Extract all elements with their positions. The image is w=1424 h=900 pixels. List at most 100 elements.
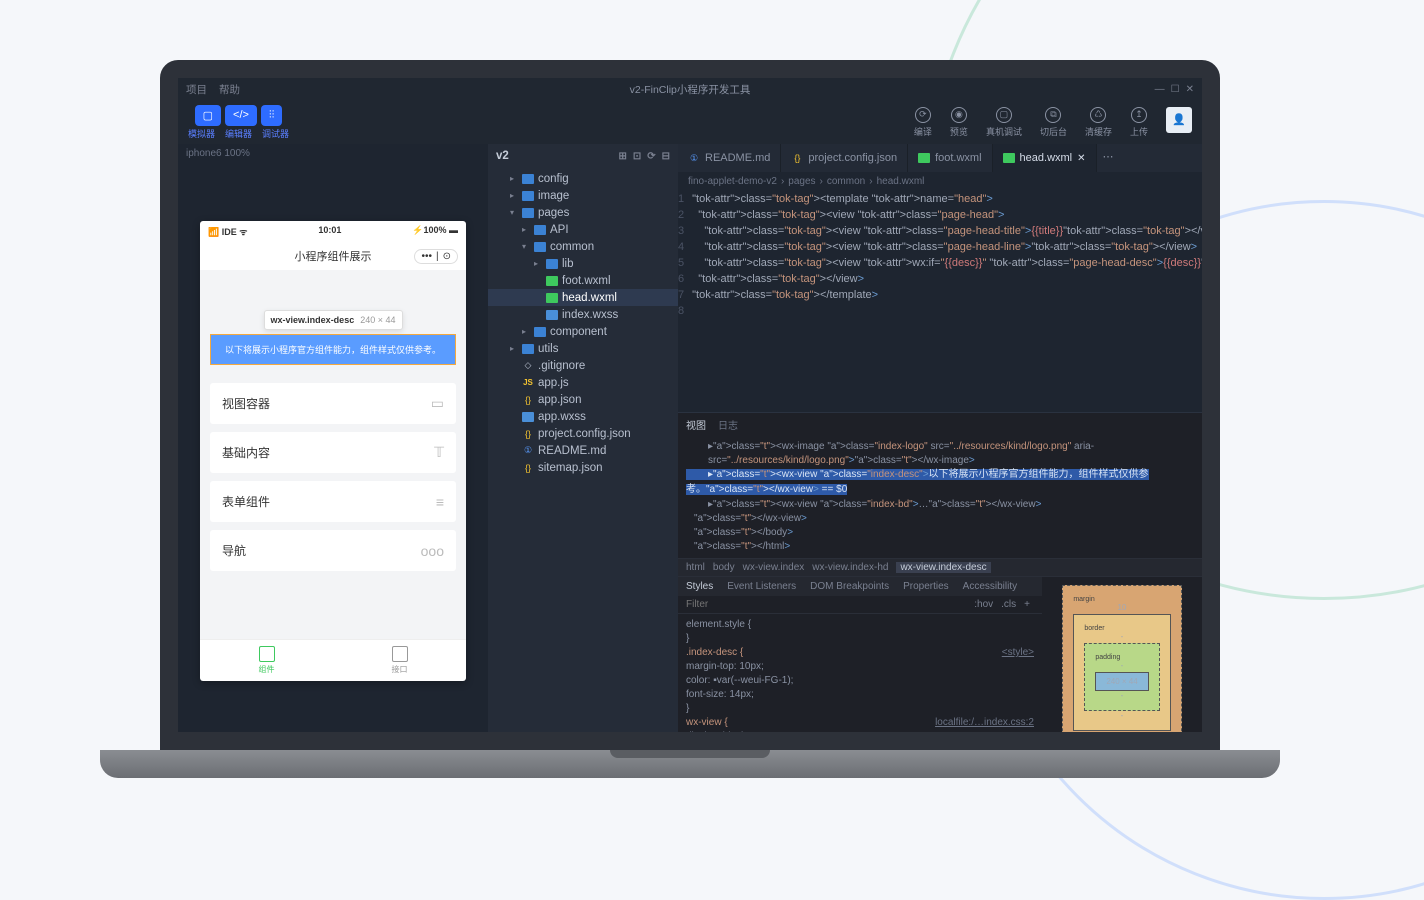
maximize-icon[interactable]: ☐ xyxy=(1171,84,1180,95)
tree-node[interactable]: ◇ .gitignore xyxy=(488,357,678,374)
avatar[interactable]: 👤 xyxy=(1166,107,1192,133)
menu-item[interactable]: 表单组件≡ xyxy=(210,481,456,522)
menu-item-icon: ≡ xyxy=(436,494,444,510)
tab-api[interactable]: 接口 xyxy=(333,640,466,681)
collapse-icon[interactable]: ⊟ xyxy=(662,151,670,162)
remote-debug-button[interactable]: ▢真机调试 xyxy=(986,107,1022,138)
editor-toggle[interactable]: </> xyxy=(225,105,257,126)
debugger-toggle[interactable]: ⫶⫶ xyxy=(261,105,283,126)
wxml-icon xyxy=(546,293,558,303)
user-icon: 👤 xyxy=(1172,113,1186,126)
editor-tab[interactable]: foot.wxml xyxy=(908,144,992,172)
devtools-tab-log[interactable]: 日志 xyxy=(718,417,738,432)
capsule-button[interactable]: ••• | ⊙ xyxy=(414,249,458,264)
minimize-icon[interactable]: — xyxy=(1155,84,1165,95)
editor-tab[interactable]: ① README.md xyxy=(678,144,781,172)
tree-node[interactable]: ▸ API xyxy=(488,221,678,238)
dom-crumb[interactable]: wx-view.index-desc xyxy=(896,562,990,573)
cls-toggle[interactable]: .cls xyxy=(997,599,1020,610)
tree-node[interactable]: app.wxss xyxy=(488,408,678,425)
dom-inspector[interactable]: ▸"a">class="t"><wx-image "a">class="inde… xyxy=(678,436,1202,558)
clear-cache-button[interactable]: ♺清缓存 xyxy=(1085,107,1112,138)
dom-crumb[interactable]: html xyxy=(686,562,705,573)
tree-node[interactable]: ▾ common xyxy=(488,238,678,255)
tree-node[interactable]: ▸ image xyxy=(488,187,678,204)
tooltip-dimensions: 240 × 44 xyxy=(360,315,395,325)
ide-window: 项目 帮助 v2-FinClip小程序开发工具 — ☐ ✕ ▢ </> ⫶⫶ xyxy=(178,78,1202,732)
highlighted-element[interactable]: 以下将展示小程序官方组件能力，组件样式仅供参考。 xyxy=(210,334,456,365)
tree-node[interactable]: {} sitemap.json xyxy=(488,459,678,476)
wxml-icon xyxy=(918,153,930,163)
device-info[interactable]: iphone6 100% xyxy=(178,144,488,163)
wxml-icon xyxy=(1003,153,1015,163)
tree-node[interactable]: {} app.json xyxy=(488,391,678,408)
dom-breadcrumb[interactable]: html body wx-view.index wx-view.index-hd wx-… xyxy=(678,558,1202,577)
md-icon: ① xyxy=(522,446,534,456)
tree-node[interactable]: {} project.config.json xyxy=(488,425,678,442)
css-rules[interactable]: element.style { } .index-desc {<style> m… xyxy=(678,614,1042,748)
line-gutter: 12345678 xyxy=(678,191,692,412)
close-tab-icon[interactable]: ✕ xyxy=(1077,153,1085,164)
menu-item-icon: ooo xyxy=(421,543,444,559)
styles-tab[interactable]: DOM Breakpoints xyxy=(810,581,889,592)
tree-node[interactable]: ▸ lib xyxy=(488,255,678,272)
editor-panel: ① README.md {} project.config.json foot.… xyxy=(678,144,1202,732)
devtools-tab-view[interactable]: 视图 xyxy=(686,417,706,432)
dom-crumb[interactable]: wx-view.index xyxy=(743,562,805,573)
editor-tab[interactable]: {} project.config.json xyxy=(781,144,908,172)
styles-tab[interactable]: Accessibility xyxy=(963,581,1017,592)
phone-navbar: 小程序组件展示 ••• | ⊙ xyxy=(200,242,466,270)
phone-icon: ▢ xyxy=(996,107,1012,123)
dom-crumb[interactable]: wx-view.index-hd xyxy=(812,562,888,573)
folder-icon xyxy=(534,242,546,252)
tree-node[interactable]: ▸ utils xyxy=(488,340,678,357)
menu-item[interactable]: 导航ooo xyxy=(210,530,456,571)
hov-toggle[interactable]: :hov xyxy=(970,599,997,610)
simulator-toggle[interactable]: ▢ xyxy=(195,105,221,126)
json-icon: {} xyxy=(522,395,534,405)
dom-crumb[interactable]: body xyxy=(713,562,735,573)
tree-node[interactable]: ▸ config xyxy=(488,170,678,187)
json-icon: {} xyxy=(522,429,534,439)
file-explorer: v2 ⊞ ⊡ ⟳ ⊟ ▸ config ▸ image xyxy=(488,144,678,732)
menu-item[interactable]: 基础内容𝕋 xyxy=(210,432,456,473)
breadcrumb[interactable]: fino-applet-demo-v2 › pages › common › h… xyxy=(678,172,1202,191)
upload-button[interactable]: ↥上传 xyxy=(1130,107,1148,138)
preview-button[interactable]: ◉预览 xyxy=(950,107,968,138)
styles-tab[interactable]: Event Listeners xyxy=(727,581,796,592)
menu-item[interactable]: 视图容器▭ xyxy=(210,383,456,424)
more-tabs-icon[interactable]: ⋯ xyxy=(1097,144,1120,172)
compile-button[interactable]: ⟳编译 xyxy=(914,107,932,138)
new-file-icon[interactable]: ⊞ xyxy=(618,151,626,162)
add-style-icon[interactable]: + xyxy=(1020,599,1034,610)
refresh-icon[interactable]: ⟳ xyxy=(647,151,655,162)
tree-node[interactable]: head.wxml xyxy=(488,289,678,306)
code-editor[interactable]: 12345678 "tok-attr">class="tok-tag"><tem… xyxy=(678,191,1202,412)
phone-simulator: 📶 IDE ᯤ 10:01 ⚡100% ▬ 小程序组件展示 ••• | ⊙ xyxy=(200,221,466,681)
menu-project[interactable]: 项目 xyxy=(186,82,207,97)
window-title: v2-FinClip小程序开发工具 xyxy=(630,82,751,97)
titlebar: 项目 帮助 v2-FinClip小程序开发工具 — ☐ ✕ xyxy=(178,78,1202,100)
simulator-label: 模拟器 xyxy=(188,127,215,140)
tree-node[interactable]: ▾ pages xyxy=(488,204,678,221)
menu-help[interactable]: 帮助 xyxy=(219,82,240,97)
styles-tab[interactable]: Styles xyxy=(686,581,713,592)
editor-tab[interactable]: head.wxml✕ xyxy=(993,144,1097,172)
json-icon: {} xyxy=(522,463,534,473)
tree-node[interactable]: JS app.js xyxy=(488,374,678,391)
tree-node[interactable]: ① README.md xyxy=(488,442,678,459)
styles-filter-input[interactable] xyxy=(686,599,970,610)
tree-node[interactable]: index.wxss xyxy=(488,306,678,323)
tooltip-selector: wx-view.index-desc xyxy=(271,315,355,325)
tree-node[interactable]: foot.wxml xyxy=(488,272,678,289)
styles-tab[interactable]: Properties xyxy=(903,581,949,592)
new-folder-icon[interactable]: ⊡ xyxy=(633,151,641,162)
tree-node[interactable]: ▸ component xyxy=(488,323,678,340)
tab-components[interactable]: 组件 xyxy=(200,640,333,681)
editor-tabs: ① README.md {} project.config.json foot.… xyxy=(678,144,1202,172)
project-root[interactable]: v2 xyxy=(496,150,509,162)
background-button[interactable]: ⧉切后台 xyxy=(1040,107,1067,138)
close-icon[interactable]: ✕ xyxy=(1186,84,1194,95)
md-icon: ① xyxy=(688,153,700,163)
folder-icon xyxy=(546,259,558,269)
